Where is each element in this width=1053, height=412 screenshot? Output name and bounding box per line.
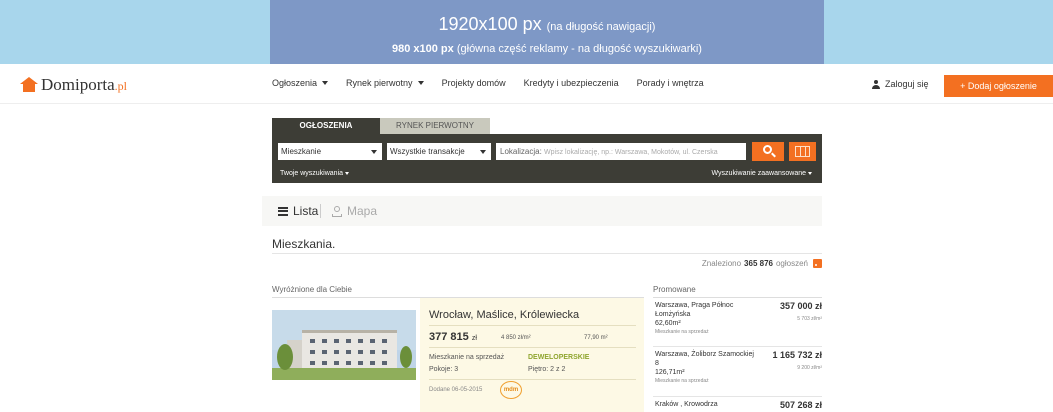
promoted-location: Warszawa, Żoliborz Szamockiej 8 126,71m²… bbox=[655, 351, 754, 384]
listing-area: 77,90 m² bbox=[584, 335, 608, 341]
divider bbox=[429, 325, 636, 326]
promoted-location: Warszawa, Praga Północ Łomżyńska 62,60m²… bbox=[655, 302, 734, 335]
mdm-badge: mdm bbox=[500, 381, 522, 399]
view-toggle: Lista Mapa bbox=[262, 196, 822, 226]
user-icon bbox=[872, 79, 880, 89]
location-placeholder: Wpisz lokalizację, np.: Warszawa, Mokotó… bbox=[544, 149, 718, 156]
promoted-price-per-m2: 9 200 zł/m² bbox=[797, 365, 822, 371]
search-footer: Twoje wyszukiwania Wyszukiwanie zaawanso… bbox=[272, 168, 822, 183]
chevron-down-icon bbox=[371, 150, 377, 154]
list-icon bbox=[278, 206, 288, 216]
map-pin-icon bbox=[332, 205, 342, 217]
chevron-down-icon bbox=[480, 150, 486, 154]
listing-floor: Piętro: 2 z 2 bbox=[528, 366, 566, 373]
view-map-button[interactable]: Mapa bbox=[332, 204, 377, 218]
chevron-down-icon bbox=[345, 171, 350, 175]
ad-title-note: (na długość nawigacji) bbox=[546, 21, 656, 33]
divider bbox=[653, 346, 822, 347]
results-count: Znaleziono 365 876 ogłoszeń bbox=[702, 259, 822, 268]
promoted-item[interactable]: Kraków , Krowodrza 507 268 zł bbox=[653, 400, 822, 412]
nav-item-porady[interactable]: Porady i wnętrza bbox=[637, 78, 704, 88]
nav-item-projekty-domow[interactable]: Projekty domów bbox=[442, 78, 506, 88]
nav-item-kredyty[interactable]: Kredyty i ubezpieczenia bbox=[524, 78, 619, 88]
login-link[interactable]: Zaloguj się bbox=[872, 79, 929, 89]
tab-ogloszenia[interactable]: OGŁOSZENIA bbox=[272, 118, 380, 134]
promoted-heading: Promowane bbox=[653, 285, 696, 294]
chevron-down-icon bbox=[322, 81, 329, 85]
promoted-price: 357 000 zł bbox=[779, 301, 822, 311]
listing-type: Mieszkanie na sprzedaż bbox=[429, 354, 505, 361]
property-type-select[interactable]: Mieszkanie bbox=[278, 143, 382, 160]
view-list-button[interactable]: Lista bbox=[278, 204, 318, 218]
promoted-item[interactable]: Warszawa, Praga Północ Łomżyńska 62,60m²… bbox=[653, 301, 822, 346]
chevron-down-icon bbox=[808, 171, 812, 175]
listing-rooms: Pokoje: 3 bbox=[429, 366, 459, 373]
promoted-price: 507 268 zł bbox=[779, 400, 822, 410]
search-bar: Mieszkanie Wszystkie transakcje Lokaliza… bbox=[272, 134, 822, 168]
ad-sub-size: 980 x100 px bbox=[392, 43, 454, 55]
promoted-price-per-m2: 5 703 zł/m² bbox=[797, 316, 822, 322]
search-tabs: OGŁOSZENIA RYNEK PIERWOTNY bbox=[272, 118, 490, 134]
page-title: Mieszkania. bbox=[272, 237, 336, 251]
listing-price-per-m2: 4 850 zł/m² bbox=[501, 335, 531, 341]
nav-menu: Ogłoszenia Rynek pierwotny Projekty domó… bbox=[272, 78, 722, 88]
ad-banner[interactable]: 1920x100 px (na długość nawigacji) 980 x… bbox=[270, 0, 824, 64]
divider bbox=[272, 253, 822, 254]
promoted-price: 1 165 732 zł bbox=[772, 350, 822, 360]
divider bbox=[653, 297, 822, 298]
map-icon bbox=[795, 146, 810, 157]
ad-sub-note: (główna część reklamy - na długość wyszu… bbox=[456, 43, 702, 55]
search-button[interactable] bbox=[752, 142, 784, 161]
featured-heading: Wyróżnione dla Ciebie bbox=[272, 285, 352, 294]
your-searches-link[interactable]: Twoje wyszukiwania bbox=[280, 170, 350, 177]
chevron-down-icon bbox=[417, 81, 424, 85]
ad-subtitle: 980 x100 px (główna część reklamy - na d… bbox=[270, 43, 824, 55]
nav-item-rynek-pierwotny[interactable]: Rynek pierwotny bbox=[346, 78, 424, 88]
listing-photo[interactable] bbox=[272, 310, 416, 380]
listing-price: 377 815 zł bbox=[429, 331, 477, 343]
developer-badge: DEWELOPERSKIE bbox=[528, 354, 590, 361]
ad-title-size: 1920x100 px bbox=[438, 14, 542, 34]
divider bbox=[429, 347, 636, 348]
listing-date: Dodane 06-05-2015 bbox=[429, 387, 483, 393]
transaction-type-select[interactable]: Wszystkie transakcje bbox=[387, 143, 491, 160]
logo-text: Domiporta.pl bbox=[41, 75, 127, 94]
advanced-search-link[interactable]: Wyszukiwanie zaawansowane bbox=[712, 170, 812, 177]
promoted-item[interactable]: Warszawa, Żoliborz Szamockiej 8 126,71m²… bbox=[653, 350, 822, 395]
divider bbox=[653, 396, 822, 397]
top-navigation: Domiporta.pl Ogłoszenia Rynek pierwotny … bbox=[0, 64, 1053, 104]
promoted-location: Kraków , Krowodrza bbox=[655, 401, 718, 408]
tab-rynek-pierwotny[interactable]: RYNEK PIERWOTNY bbox=[380, 118, 490, 134]
ad-title: 1920x100 px (na długość nawigacji) bbox=[270, 14, 824, 35]
house-icon bbox=[20, 77, 38, 93]
listing-title[interactable]: Wrocław, Maślice, Królewiecka bbox=[429, 309, 579, 321]
site-logo[interactable]: Domiporta.pl bbox=[20, 75, 127, 95]
add-listing-button[interactable]: + Dodaj ogłoszenie bbox=[944, 75, 1053, 97]
divider bbox=[429, 379, 636, 380]
rss-icon[interactable] bbox=[813, 259, 822, 268]
login-label: Zaloguj się bbox=[885, 79, 929, 89]
location-input[interactable]: Lokalizacja: Wpisz lokalizację, np.: War… bbox=[496, 143, 746, 160]
map-search-button[interactable] bbox=[789, 142, 816, 161]
view-divider bbox=[320, 204, 321, 218]
location-label: Lokalizacja: bbox=[500, 147, 542, 156]
nav-item-ogloszenia[interactable]: Ogłoszenia bbox=[272, 78, 329, 88]
